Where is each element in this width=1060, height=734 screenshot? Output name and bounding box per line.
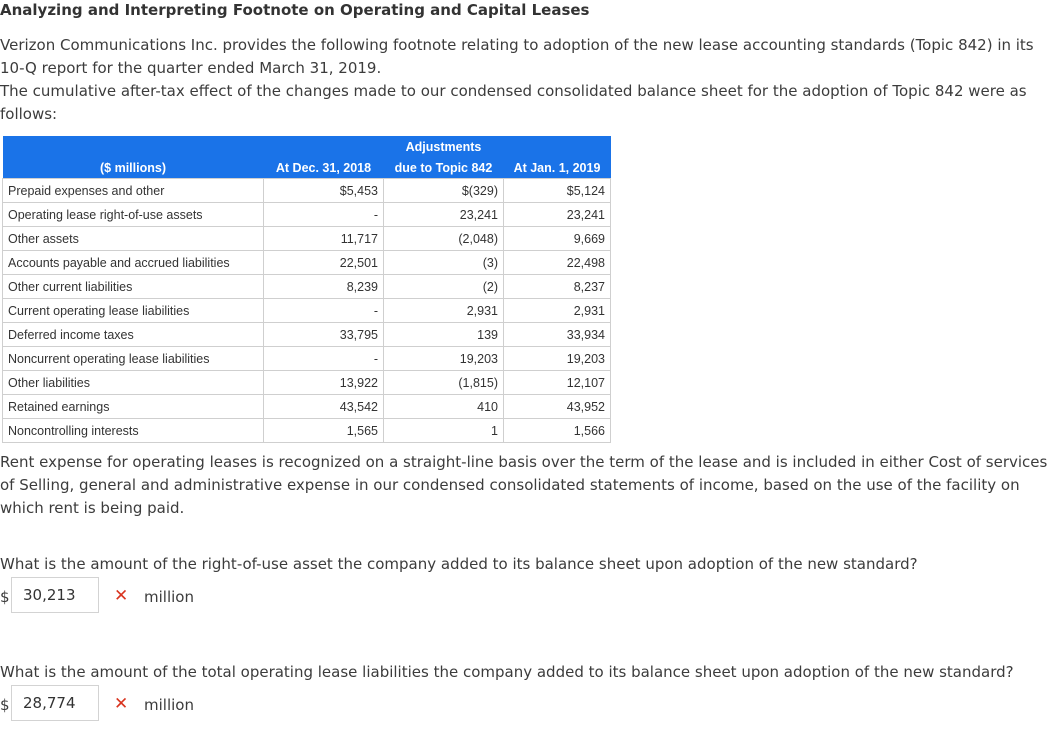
cell-jan-2019: 9,669	[503, 226, 611, 251]
table-header-row: ($ millions) At Dec. 31, 2018 due to Top…	[2, 157, 611, 179]
header-adjustments: Adjustments	[383, 136, 504, 157]
cell-jan-2019: 19,203	[503, 346, 611, 371]
cell-jan-2019: $5,124	[503, 178, 611, 203]
table-row: Operating lease right-of-use assets -23,2…	[2, 202, 611, 227]
intro-paragraph-2: The cumulative after-tax effect of the c…	[0, 82, 1027, 123]
rent-expense-paragraph: Rent expense for operating leases is rec…	[0, 453, 1048, 517]
row-label: Retained earnings	[2, 394, 264, 419]
table-row: Current operating lease liabilities -2,93…	[2, 298, 611, 323]
cell-adjustment: 410	[383, 394, 504, 419]
cell-dec-2018: $5,453	[263, 178, 384, 203]
question-1: What is the amount of the right-of-use a…	[0, 555, 918, 573]
page-title: Analyzing and Interpreting Footnote on O…	[0, 1, 590, 19]
cell-dec-2018: 11,717	[263, 226, 384, 251]
row-label: Noncurrent operating lease liabilities	[2, 346, 264, 371]
answer-input-2[interactable]	[11, 685, 99, 721]
cell-dec-2018: -	[263, 202, 384, 227]
row-label: Accounts payable and accrued liabilities	[2, 250, 264, 275]
cell-dec-2018: 43,542	[263, 394, 384, 419]
table-row: Other liabilities 13,922 (1,815) 12,107	[2, 370, 611, 395]
cell-adjustment: (2,048)	[383, 226, 504, 251]
row-label: Prepaid expenses and other	[2, 178, 264, 203]
table-row: Noncontrolling interests 1,565 1 1,566	[2, 418, 611, 443]
table-row: Retained earnings 43,542 410 43,952	[2, 394, 611, 419]
cell-jan-2019: 12,107	[503, 370, 611, 395]
cell-jan-2019: 1,566	[503, 418, 611, 443]
intro-paragraph: Verizon Communications Inc. provides the…	[0, 36, 1034, 77]
cell-jan-2019: 2,931	[503, 298, 611, 323]
cell-jan-2019: 33,934	[503, 322, 611, 347]
cell-dec-2018: 22,501	[263, 250, 384, 275]
cell-adjustment: 139	[383, 322, 504, 347]
currency-symbol: $	[0, 588, 10, 606]
row-label: Noncontrolling interests	[2, 418, 264, 443]
cell-jan-2019: 43,952	[503, 394, 611, 419]
cell-dec-2018: 33,795	[263, 322, 384, 347]
unit-label: million	[144, 588, 194, 606]
unit-label: million	[144, 696, 194, 714]
lease-adjustments-table: Adjustments ($ millions) At Dec. 31, 201…	[2, 136, 611, 443]
question-2: What is the amount of the total operatin…	[0, 663, 1014, 681]
table-row: Other assets 11,717 (2,048) 9,669	[2, 226, 611, 251]
cell-dec-2018: 13,922	[263, 370, 384, 395]
table-header-row-top: Adjustments	[2, 136, 611, 157]
cell-adjustment: 19,203	[383, 346, 504, 371]
cell-adjustment: $(329)	[383, 178, 504, 203]
incorrect-x-icon: ✕	[114, 694, 129, 714]
header-jan-2019: At Jan. 1, 2019	[503, 157, 611, 179]
currency-symbol: $	[0, 696, 10, 714]
cell-jan-2019: 22,498	[503, 250, 611, 275]
table-row: Deferred income taxes 33,795 139 33,934	[2, 322, 611, 347]
cell-adjustment: (3)	[383, 250, 504, 275]
cell-adjustment: 2,931	[383, 298, 504, 323]
table-row: Prepaid expenses and other $5,453 $(329) $5…	[2, 178, 611, 203]
row-label: Other liabilities	[2, 370, 264, 395]
cell-dec-2018: 1,565	[263, 418, 384, 443]
cell-dec-2018: -	[263, 298, 384, 323]
cell-dec-2018: 8,239	[263, 274, 384, 299]
cell-adjustment: (2)	[383, 274, 504, 299]
row-label: Other current liabilities	[2, 274, 264, 299]
answer-input-1[interactable]	[11, 577, 99, 613]
cell-jan-2019: 8,237	[503, 274, 611, 299]
row-label: Deferred income taxes	[2, 322, 264, 347]
cell-adjustment: 23,241	[383, 202, 504, 227]
header-topic-842: due to Topic 842	[383, 157, 504, 179]
cell-adjustment: 1	[383, 418, 504, 443]
row-label: Other assets	[2, 226, 264, 251]
cell-jan-2019: 23,241	[503, 202, 611, 227]
table-row: Other current liabilities 8,239 (2) 8,237	[2, 274, 611, 299]
cell-adjustment: (1,815)	[383, 370, 504, 395]
incorrect-x-icon: ✕	[114, 586, 129, 606]
table-row: Accounts payable and accrued liabilities…	[2, 250, 611, 275]
header-label: ($ millions)	[2, 157, 264, 179]
row-label: Operating lease right-of-use assets	[2, 202, 264, 227]
row-label: Current operating lease liabilities	[2, 298, 264, 323]
cell-dec-2018: -	[263, 346, 384, 371]
header-dec-2018: At Dec. 31, 2018	[263, 157, 384, 179]
table-row: Noncurrent operating lease liabilities -1…	[2, 346, 611, 371]
